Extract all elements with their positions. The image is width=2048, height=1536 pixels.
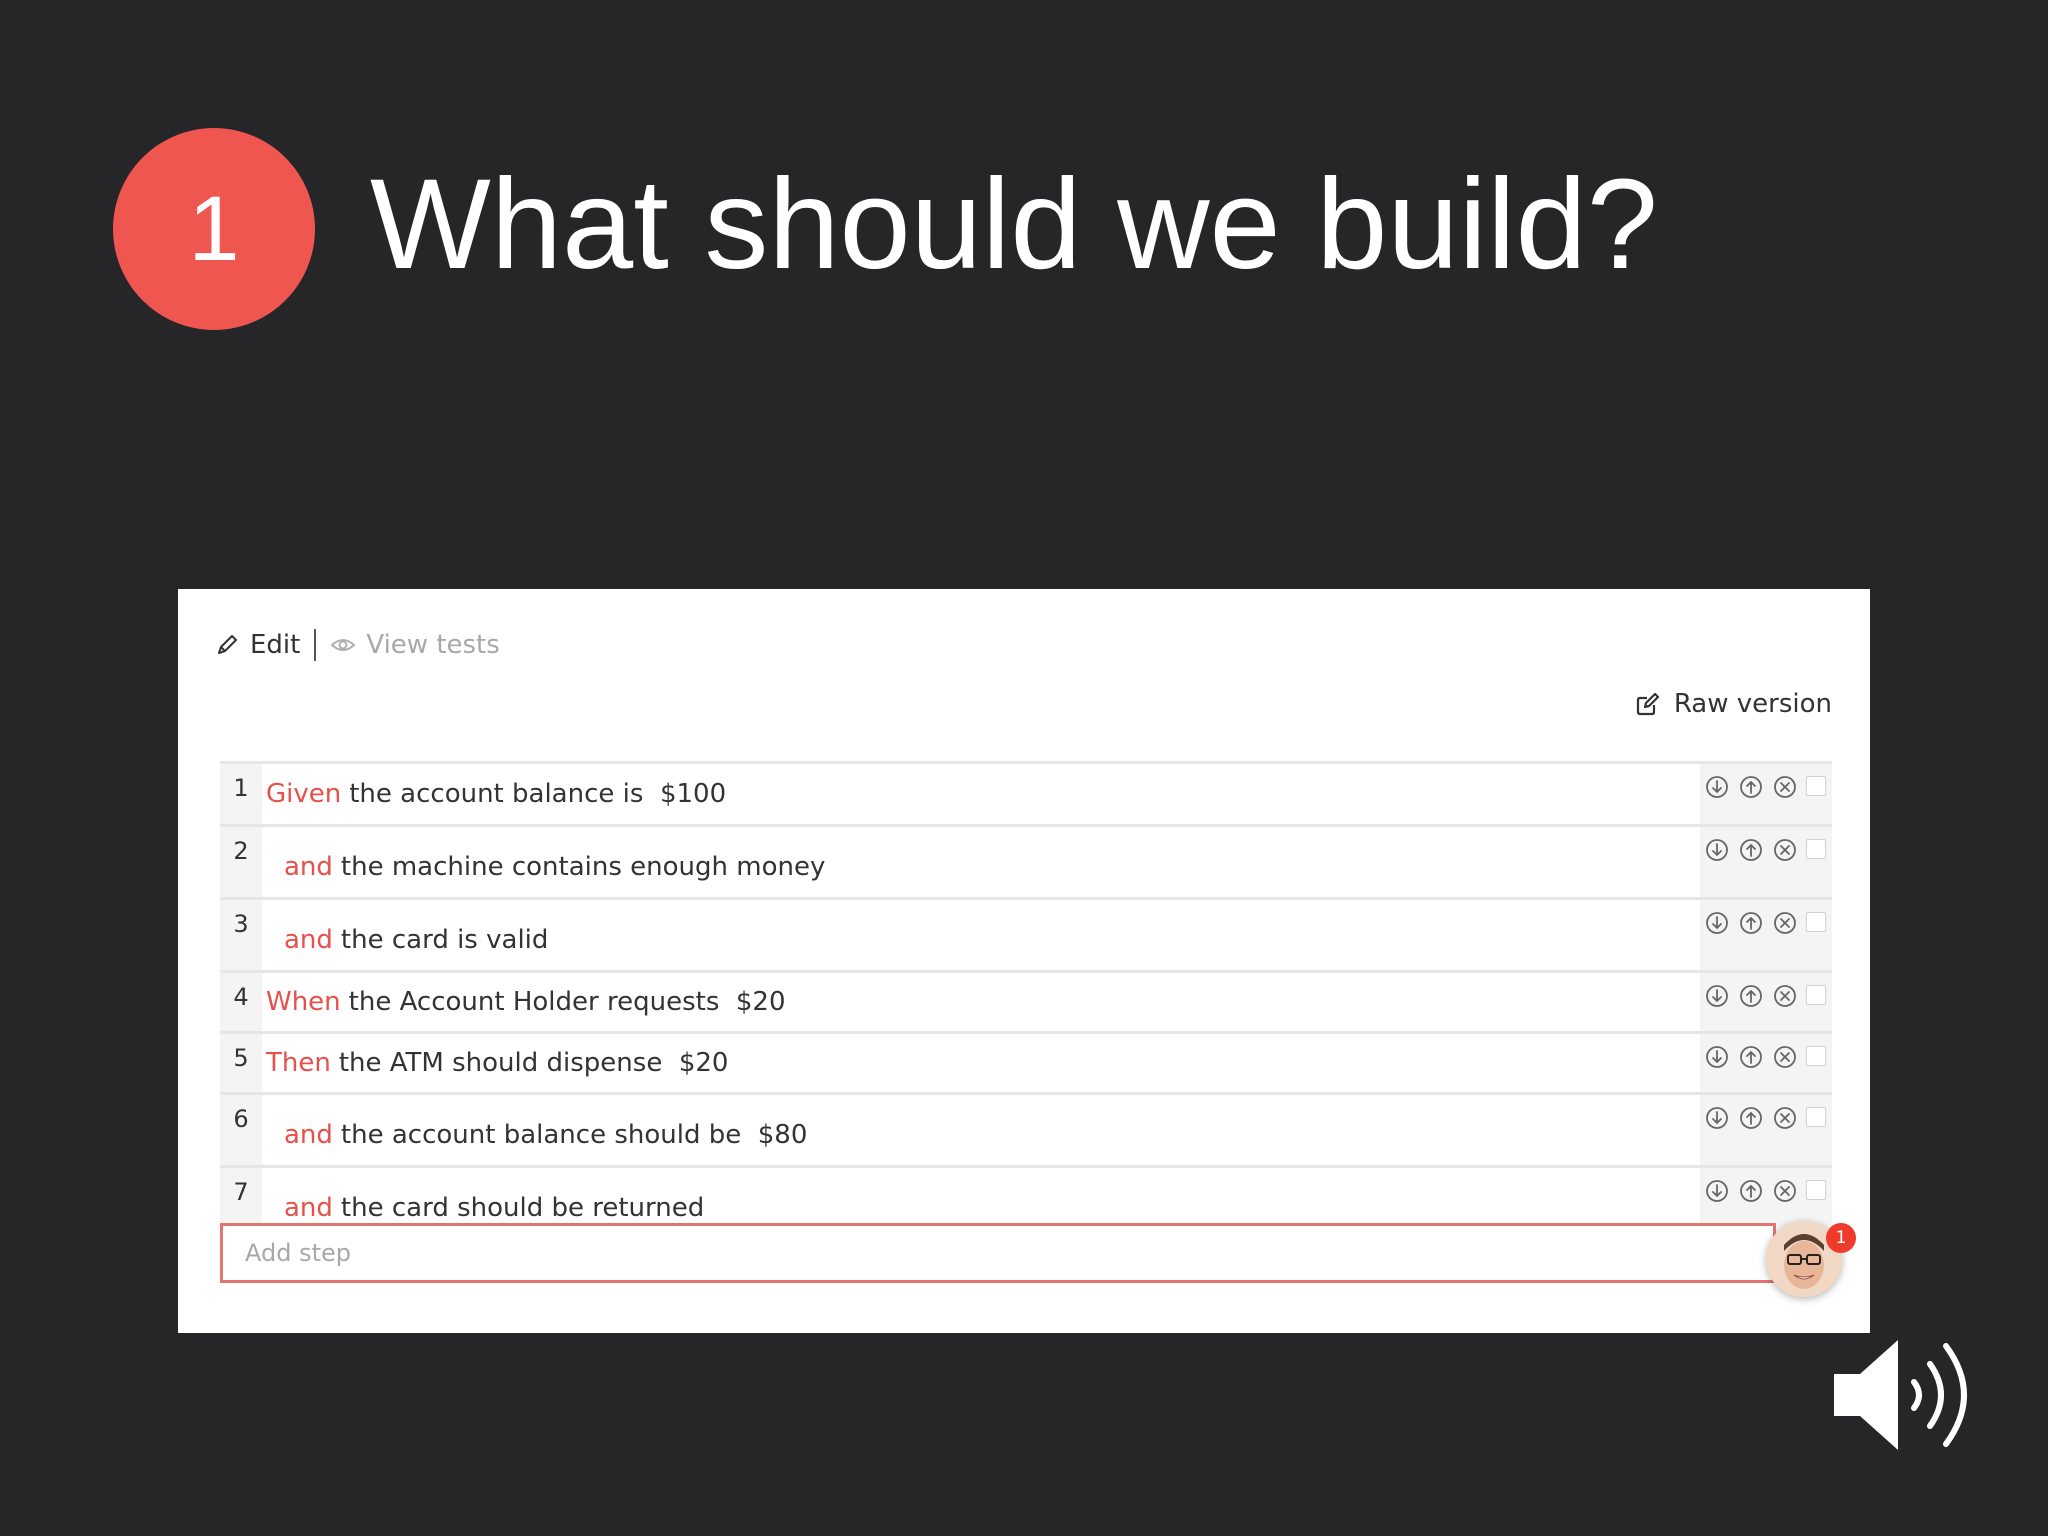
steps-list: 1 Given the account balance is $100 2 and the… (220, 761, 1832, 1238)
step-body: the card should be returned (340, 1193, 705, 1223)
step-select-checkbox[interactable] (1806, 839, 1826, 859)
step-row-number: 3 (233, 910, 249, 938)
step-row-actions (1700, 900, 1832, 970)
audio-icon (1834, 1340, 1967, 1450)
move-down-icon[interactable] (1704, 1044, 1730, 1070)
step-body: the card is valid (340, 925, 549, 955)
speaker-icon[interactable] (1830, 1330, 1990, 1465)
step-select-checkbox[interactable] (1806, 985, 1826, 1005)
move-up-icon[interactable] (1738, 837, 1764, 863)
edit-square-icon (1636, 692, 1659, 716)
step-keyword: and (284, 925, 333, 955)
step-row-text[interactable]: and the account balance should be $80 (262, 1095, 1700, 1165)
step-row-text[interactable]: Then the ATM should dispense $20 (262, 1034, 1700, 1092)
step-row-actions (1700, 973, 1832, 1031)
view-tests-link[interactable]: View tests (330, 630, 500, 660)
move-down-icon[interactable] (1704, 774, 1730, 800)
step-body: the ATM should dispense $20 (338, 1048, 729, 1078)
step-row-text[interactable]: When the Account Holder requests $20 (262, 973, 1700, 1031)
step-row-number: 2 (233, 837, 249, 865)
add-step-field-wrapper (220, 1223, 1776, 1283)
step-keyword: Given (266, 779, 342, 809)
step-row[interactable]: 2 and the machine contains enough money (220, 824, 1832, 897)
pencil-icon (218, 635, 237, 654)
move-down-icon[interactable] (1704, 910, 1730, 936)
raw-version-label: Raw version (1673, 689, 1832, 719)
step-row-text[interactable]: and the card is valid (262, 900, 1700, 970)
step-keyword: and (284, 1193, 333, 1223)
scenario-editor-panel: Edit View tests Raw version 1 Given the ac… (178, 589, 1870, 1333)
slide: 1 What should we build? Edit View tests (0, 0, 2048, 1536)
view-tests-label: View tests (366, 630, 500, 660)
step-number: 1 (188, 177, 240, 280)
step-body: the account balance should be $80 (340, 1120, 808, 1150)
notification-badge: 1 (1826, 1223, 1856, 1253)
move-down-icon[interactable] (1704, 983, 1730, 1009)
move-up-icon[interactable] (1738, 983, 1764, 1009)
step-row-number: 4 (233, 983, 249, 1011)
delete-icon[interactable] (1772, 774, 1798, 800)
step-row-text[interactable]: Given the account balance is $100 (262, 764, 1700, 824)
step-keyword: Then (266, 1048, 331, 1078)
step-row-actions (1700, 1034, 1832, 1092)
editor-toolbar: Edit View tests (214, 625, 500, 665)
eye-icon (330, 639, 356, 651)
step-row[interactable]: 3 and the card is valid (220, 897, 1832, 970)
step-row[interactable]: 1 Given the account balance is $100 (220, 761, 1832, 824)
step-keyword: and (284, 1120, 333, 1150)
step-row-text[interactable]: and the machine contains enough money (262, 827, 1700, 897)
step-row-number: 6 (233, 1105, 249, 1133)
step-row-actions (1700, 764, 1832, 824)
step-row[interactable]: 5 Then the ATM should dispense $20 (220, 1031, 1832, 1092)
move-up-icon[interactable] (1738, 910, 1764, 936)
step-keyword: When (266, 987, 341, 1017)
toolbar-divider (314, 629, 317, 661)
step-row-actions (1700, 827, 1832, 897)
step-select-checkbox[interactable] (1806, 912, 1826, 932)
step-select-checkbox[interactable] (1806, 1107, 1826, 1127)
step-row[interactable]: 6 and the account balance should be $80 (220, 1092, 1832, 1165)
step-row-number: 5 (233, 1044, 249, 1072)
step-body: the Account Holder requests $20 (348, 987, 786, 1017)
step-body: the account balance is $100 (349, 779, 727, 809)
step-body: the machine contains enough money (340, 852, 826, 882)
move-down-icon[interactable] (1704, 1178, 1730, 1204)
delete-icon[interactable] (1772, 910, 1798, 936)
step-number-badge: 1 (113, 128, 315, 330)
move-up-icon[interactable] (1738, 774, 1764, 800)
step-select-checkbox[interactable] (1806, 776, 1826, 796)
step-row[interactable]: 4 When the Account Holder requests $20 (220, 970, 1832, 1031)
move-up-icon[interactable] (1738, 1044, 1764, 1070)
step-select-checkbox[interactable] (1806, 1180, 1826, 1200)
delete-icon[interactable] (1772, 1044, 1798, 1070)
delete-icon[interactable] (1772, 837, 1798, 863)
delete-icon[interactable] (1772, 1105, 1798, 1131)
move-down-icon[interactable] (1704, 1105, 1730, 1131)
slide-title: What should we build? (370, 153, 1658, 296)
add-step-input[interactable] (223, 1226, 1773, 1280)
step-keyword: and (284, 852, 333, 882)
move-up-icon[interactable] (1738, 1178, 1764, 1204)
raw-version-link[interactable]: Raw version (1634, 689, 1832, 719)
edit-button[interactable]: Edit (214, 630, 300, 660)
step-select-checkbox[interactable] (1806, 1046, 1826, 1066)
delete-icon[interactable] (1772, 983, 1798, 1009)
move-down-icon[interactable] (1704, 837, 1730, 863)
move-up-icon[interactable] (1738, 1105, 1764, 1131)
step-row-number: 1 (233, 774, 249, 802)
step-row-actions (1700, 1095, 1832, 1165)
edit-label: Edit (250, 630, 301, 660)
delete-icon[interactable] (1772, 1178, 1798, 1204)
